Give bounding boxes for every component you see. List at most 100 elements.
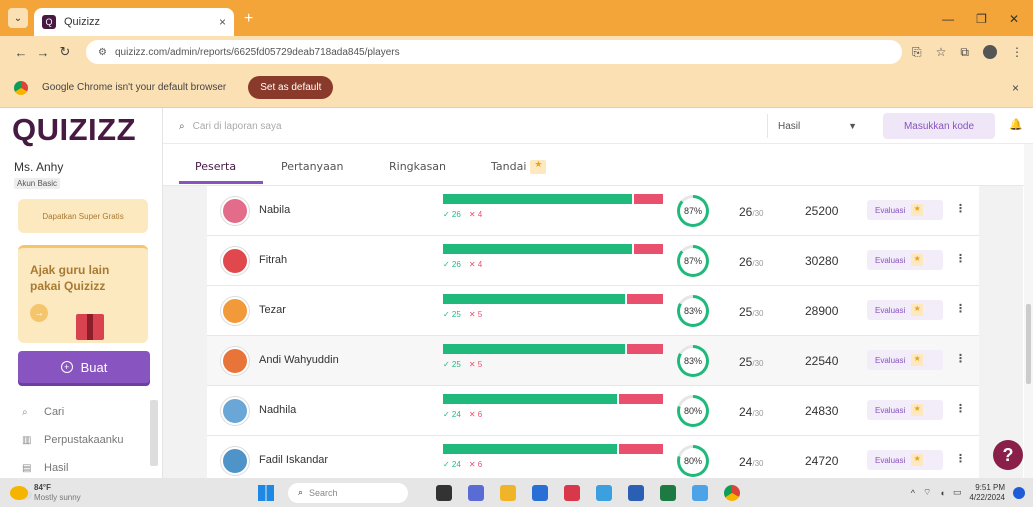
excel-icon[interactable] — [660, 484, 676, 501]
back-icon[interactable]: ← — [10, 45, 32, 60]
player-name[interactable]: Andi Wahyuddin — [259, 354, 339, 366]
extensions-icon[interactable]: ⧉ — [960, 45, 969, 60]
tab-summary[interactable]: Ringkasan — [389, 160, 446, 173]
wrong-bar-segment — [634, 244, 663, 254]
taskbar-search[interactable]: ⌕ Search — [288, 482, 408, 503]
player-points: 30280 — [805, 254, 839, 268]
create-button[interactable]: + Buat — [18, 351, 150, 383]
tab-participants[interactable]: Peserta — [195, 160, 236, 173]
user-plan-badge: Akun Basic — [14, 178, 61, 189]
infobar-close-icon[interactable]: × — [1012, 81, 1019, 95]
windows-start-icon[interactable] — [258, 484, 274, 501]
player-name[interactable]: Nadhila — [259, 404, 296, 416]
answer-counts: ✓ 25 ✕ 5 — [443, 360, 482, 369]
edge-icon[interactable] — [596, 484, 612, 501]
evaluation-button[interactable]: Evaluasi ★ — [867, 450, 943, 470]
task-view-icon[interactable] — [436, 484, 452, 501]
more-options-icon[interactable]: ⋮ — [955, 302, 966, 315]
player-name[interactable]: Nabila — [259, 204, 290, 216]
quizizz-logo[interactable]: QUIZIZZ — [12, 112, 136, 148]
table-row[interactable]: Tezar ✓ 25 ✕ 5 83% 25/30 28900 Evaluasi ★ ⋮ — [207, 286, 979, 336]
table-row[interactable]: Fadil Iskandar ✓ 24 ✕ 6 80% 24/30 24720 Evalua… — [207, 436, 979, 478]
bell-icon[interactable]: 🔔 — [1009, 118, 1023, 131]
wrong-bar-segment — [634, 194, 663, 204]
table-row[interactable]: Nabila ✓ 26 ✕ 4 87% 26/30 25200 Evaluasi ★ ⋮ — [207, 186, 979, 236]
bookmark-star-icon[interactable]: ☆ — [936, 45, 947, 59]
results-dropdown[interactable]: Hasil ▼ — [767, 114, 863, 138]
correct-count: ✓ 24 — [443, 410, 461, 419]
evaluation-button[interactable]: Evaluasi ★ — [867, 300, 943, 320]
tab-questions[interactable]: Pertanyaan — [281, 160, 344, 173]
player-name[interactable]: Tezar — [259, 304, 286, 316]
player-name[interactable]: Fadil Iskandar — [259, 454, 328, 466]
weather-widget[interactable]: 84°F Mostly sunny — [10, 483, 190, 503]
notification-icon[interactable] — [1013, 486, 1025, 499]
close-window-icon[interactable]: ✕ — [1009, 12, 1019, 26]
player-name[interactable]: Fitrah — [259, 254, 287, 266]
table-row[interactable]: Andi Wahyuddin ✓ 25 ✕ 5 83% 25/30 22540 Evalua… — [207, 336, 979, 386]
sidebar-item-label: Hasil — [44, 462, 69, 474]
chrome-icon[interactable] — [724, 484, 740, 501]
score-value: 25 — [739, 355, 753, 369]
more-options-icon[interactable]: ⋮ — [955, 202, 966, 215]
report-search-input[interactable]: ⌕ Cari di laporan saya — [173, 115, 763, 137]
store-icon[interactable] — [532, 484, 548, 501]
wrong-count: ✕ 4 — [468, 210, 483, 219]
url-field[interactable]: ⚙ quizizz.com/admin/reports/6625fd05729d… — [86, 40, 903, 64]
set-default-button[interactable]: Set as default — [248, 76, 334, 99]
tab-close-icon[interactable]: × — [219, 15, 226, 29]
invite-teachers-card[interactable]: Ajak guru lain pakai Quizizz → — [18, 245, 148, 343]
more-options-icon[interactable]: ⋮ — [955, 402, 966, 415]
evaluation-button[interactable]: Evaluasi ★ — [867, 200, 943, 220]
new-tab-icon[interactable]: + — [244, 10, 253, 28]
taskbar-search-label: Search — [309, 487, 338, 498]
help-button[interactable]: ? — [993, 440, 1023, 470]
sidebar-item-library[interactable]: ▥ Perpustakaanku — [22, 426, 142, 454]
arrow-right-icon[interactable]: → — [30, 304, 48, 322]
accuracy-ring: 87% — [677, 245, 709, 277]
wrong-bar-segment — [627, 294, 663, 304]
evaluation-button[interactable]: Evaluasi ★ — [867, 250, 943, 270]
evaluation-button[interactable]: Evaluasi ★ — [867, 400, 943, 420]
correct-bar-segment — [443, 444, 617, 454]
upgrade-button[interactable]: Dapatkan Super Gratis — [18, 199, 148, 233]
gift-icon — [76, 314, 104, 340]
enter-code-button[interactable]: Masukkan kode — [883, 113, 995, 139]
table-row[interactable]: Fitrah ✓ 26 ✕ 4 87% 26/30 30280 Evaluasi ★ ⋮ — [207, 236, 979, 286]
scrollbar-thumb[interactable] — [1026, 304, 1031, 384]
score-total: /30 — [752, 409, 764, 418]
evaluation-button[interactable]: Evaluasi ★ — [867, 350, 943, 370]
translate-icon[interactable]: ⎘ — [912, 45, 922, 60]
reload-icon[interactable]: ↻ — [54, 44, 76, 60]
more-options-icon[interactable]: ⋮ — [955, 452, 966, 465]
mail-icon[interactable] — [564, 484, 580, 501]
battery-icon[interactable]: ▭ — [953, 487, 962, 498]
sidebar-item-search[interactable]: ⌕ Cari — [22, 398, 142, 426]
forward-icon[interactable]: → — [32, 45, 54, 60]
page-scrollbar[interactable] — [1024, 144, 1033, 478]
more-options-icon[interactable]: ⋮ — [955, 352, 966, 365]
more-options-icon[interactable]: ⋮ — [955, 252, 966, 265]
clock[interactable]: 9:51 PM 4/22/2024 — [969, 483, 1005, 503]
file-explorer-icon[interactable] — [500, 484, 516, 501]
chat-icon[interactable] — [468, 484, 484, 501]
minimize-icon[interactable]: — — [942, 12, 954, 26]
accuracy-percent: 87% — [680, 248, 706, 274]
restore-icon[interactable]: ❐ — [976, 12, 987, 26]
photos-icon[interactable] — [692, 484, 708, 501]
tray-chevron-icon[interactable]: ^ — [911, 488, 915, 498]
tab-flag[interactable]: Tandai ★ — [491, 160, 547, 174]
network-icon[interactable]: ⌔ — [923, 487, 931, 498]
user-name[interactable]: Ms. Anhy — [14, 160, 63, 174]
table-row[interactable]: Nadhila ✓ 24 ✕ 6 80% 24/30 24830 Evaluasi ★ ⋮ — [207, 386, 979, 436]
word-icon[interactable] — [628, 484, 644, 501]
volume-icon[interactable]: ◖ — [939, 488, 944, 498]
browser-tab-quizizz[interactable]: Q Quizizz × — [34, 8, 234, 36]
sun-icon — [10, 485, 28, 500]
site-info-icon[interactable]: ⚙ — [98, 47, 107, 58]
browser-menu-icon[interactable]: ⋮ — [1011, 45, 1023, 59]
correct-bar-segment — [443, 194, 632, 204]
sidebar-scrollbar[interactable] — [150, 400, 158, 466]
tab-search-icon[interactable]: ⌄ — [8, 8, 28, 28]
profile-avatar-icon[interactable] — [983, 45, 997, 59]
